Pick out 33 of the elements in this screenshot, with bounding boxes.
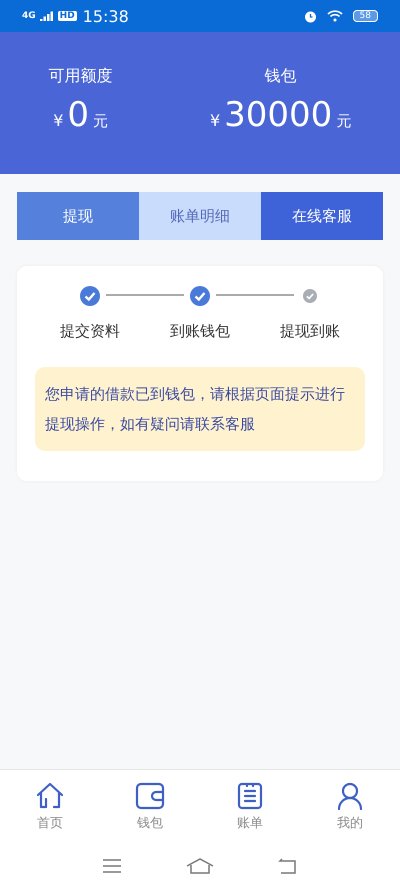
- user-icon: [336, 782, 364, 810]
- step-label: 提现到账: [280, 322, 340, 341]
- wifi-icon: [326, 10, 343, 22]
- tab-bar-item[interactable]: 首页: [15, 782, 85, 832]
- unit-label: 元: [336, 112, 352, 131]
- tab-bar-item[interactable]: 账单: [215, 782, 285, 832]
- balance-label: 可用额度: [48, 66, 113, 87]
- clock-time: 15:38: [82, 6, 129, 26]
- menu-icon[interactable]: [102, 859, 122, 873]
- battery-level: 58: [352, 10, 378, 22]
- network-label: 4G: [22, 11, 36, 21]
- tab-bar-item[interactable]: 钱包: [115, 782, 185, 832]
- unit-label: 元: [93, 112, 108, 131]
- balance-amount: 30000: [224, 95, 332, 135]
- notice-text: 您申请的借款已到钱包，请根据页面提示进行提现操作，如有疑问请联系客服: [35, 367, 365, 451]
- wallet-icon: [135, 782, 165, 810]
- home-icon: [35, 782, 65, 810]
- currency-sign: ¥: [53, 111, 64, 130]
- balance-amount: 0: [67, 95, 90, 135]
- tab-bar-item[interactable]: 我的: [315, 782, 385, 832]
- hd-badge: HD: [58, 11, 77, 21]
- step-label: 到账钱包: [170, 322, 230, 341]
- action-button[interactable]: 提现: [17, 192, 139, 240]
- alarm-icon: [304, 10, 317, 22]
- home-icon[interactable]: [186, 858, 214, 874]
- step-label: 提交资料: [60, 322, 120, 341]
- action-button[interactable]: 在线客服: [261, 192, 383, 240]
- currency-sign: ¥: [210, 111, 220, 130]
- list-icon: [237, 782, 263, 810]
- balance-label: 钱包: [264, 66, 297, 87]
- back-icon[interactable]: [278, 858, 298, 874]
- signal-icon: [40, 11, 54, 21]
- action-button[interactable]: 账单明细: [139, 192, 261, 240]
